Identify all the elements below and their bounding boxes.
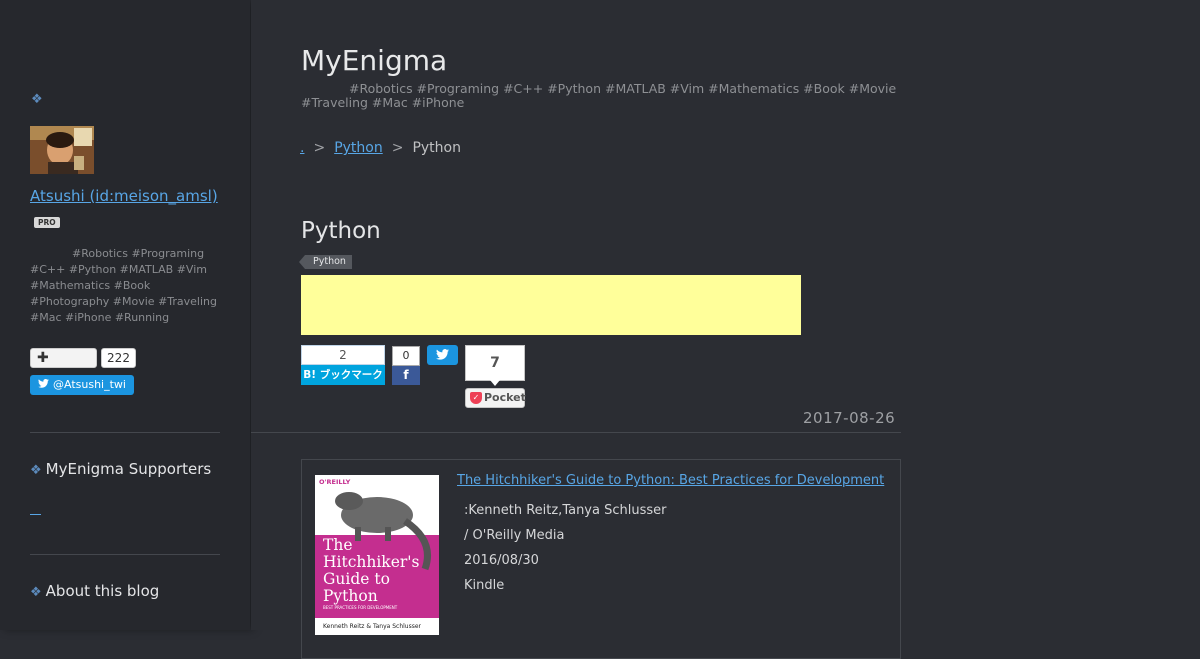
book-format: Kindle — [464, 578, 505, 593]
ad-box[interactable] — [301, 275, 801, 335]
sidebar-description: #Robotics #Programing #C++ #Python #MATL… — [30, 247, 217, 324]
avatar[interactable] — [30, 126, 94, 174]
twitter-follow-label: @Atsushi_twi — [53, 378, 126, 391]
cover-subtitle: BEST PRACTICES FOR DEVELOPMENT — [323, 605, 398, 610]
sidebar-diamond-icon: ❖ — [31, 92, 43, 107]
follow-count: 222 — [101, 348, 136, 368]
book-card: O'REILLY The Hitchhiker's Guide to Pytho… — [301, 459, 901, 659]
twitter-follow-button[interactable]: @Atsushi_twi — [30, 375, 134, 395]
user-profile-link[interactable]: Atsushi (id:meison_amsl) — [30, 187, 218, 205]
entry-date: 2017-08-26 — [803, 409, 896, 427]
pocket-count: 7 — [465, 345, 525, 386]
pocket-button[interactable]: ✓ Pocket — [465, 388, 526, 408]
facebook-count: 0 — [392, 346, 420, 366]
twitter-share-button[interactable] — [427, 345, 458, 365]
blog-description: #Robotics #Programing #C++ #Python #MATL… — [301, 81, 897, 110]
avatar-photo — [30, 126, 94, 174]
breadcrumb-current: Python — [412, 140, 461, 156]
entry-title[interactable]: Python — [301, 218, 381, 244]
diamond-icon: ❖ — [30, 463, 42, 478]
cover-authors: Kenneth Reitz & Tanya Schlusser — [323, 623, 422, 630]
book-date: 2016/08/30 — [464, 553, 539, 568]
breadcrumb-separator: > — [313, 140, 326, 156]
sidebar-divider — [30, 432, 220, 433]
pocket-icon: ✓ — [470, 392, 482, 404]
cover-title: The Hitchhiker's Guide to Python — [323, 536, 420, 605]
hatena-bookmark-button[interactable]: B! ブックマーク — [301, 365, 385, 385]
hatena-bookmark-count[interactable]: 2 — [301, 345, 385, 365]
facebook-share-button[interactable]: f — [392, 366, 420, 385]
sidebar-divider — [30, 554, 220, 555]
book-author: :Kenneth Reitz,Tanya Schlusser — [464, 503, 667, 518]
follow-button[interactable]: ✚ — [30, 348, 97, 368]
pocket-label: Pocket — [484, 391, 526, 404]
sidebar-heading-supporters: ❖ MyEnigma Supporters — [30, 460, 212, 478]
pro-badge: PRO — [34, 217, 60, 228]
diamond-icon: ❖ — [30, 585, 42, 600]
breadcrumb-separator: > — [391, 140, 404, 156]
facebook-icon: f — [403, 368, 409, 382]
twitter-bird-icon — [436, 349, 449, 360]
category-tag[interactable]: Python — [299, 255, 352, 269]
main-content: MyEnigma #Robotics #Programing #C++ #Pyt… — [251, 0, 1200, 659]
sidebar: ❖ Atsushi (id:meison_amsl) PRO #Robotics… — [0, 0, 250, 630]
content-divider — [251, 432, 901, 433]
blog-title[interactable]: MyEnigma — [301, 44, 447, 77]
book-cover[interactable]: O'REILLY The Hitchhiker's Guide to Pytho… — [315, 475, 439, 635]
book-publisher: / O'Reilly Media — [464, 528, 565, 543]
plus-icon: ✚ — [37, 350, 49, 366]
breadcrumb-category-link[interactable]: Python — [334, 140, 383, 156]
twitter-bird-icon — [38, 375, 49, 395]
supporters-link[interactable] — [30, 505, 41, 515]
sidebar-heading-about: ❖ About this blog — [30, 582, 160, 600]
breadcrumb-home-link[interactable]: . — [300, 140, 304, 156]
book-title-link[interactable]: The Hitchhiker's Guide to Python: Best P… — [457, 473, 884, 488]
breadcrumb: . > Python > Python — [300, 140, 461, 156]
